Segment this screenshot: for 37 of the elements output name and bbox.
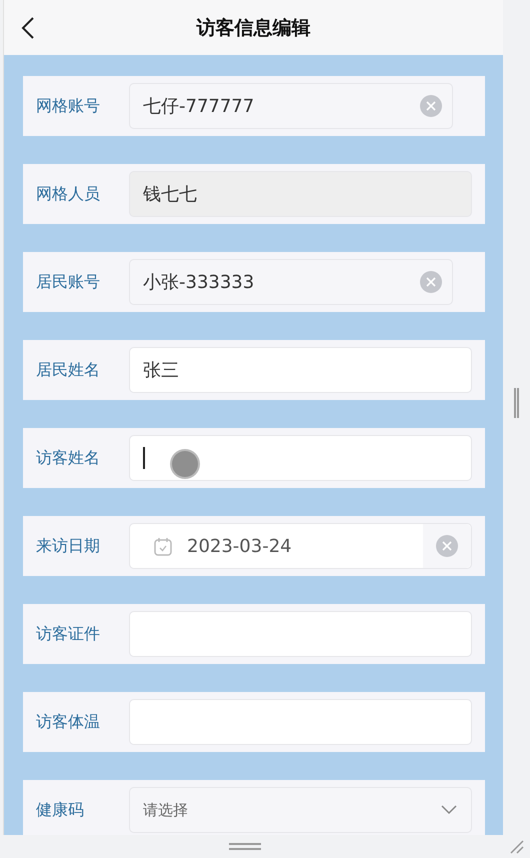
field-label: 居民姓名 [36, 360, 101, 380]
field-label: 网格人员 [36, 184, 101, 204]
field-value: 张三 [143, 359, 180, 382]
input-field[interactable]: 钱七七 [129, 171, 472, 217]
field-label: 来访日期 [36, 536, 101, 556]
field-label: 居民账号 [36, 272, 101, 292]
field-value: 小张-333333 [143, 271, 256, 294]
field-placeholder: 请选择 [143, 800, 189, 820]
field-label: 访客姓名 [36, 448, 101, 468]
calendar-icon [153, 536, 173, 556]
clear-icon[interactable] [420, 95, 442, 117]
clear-icon[interactable] [436, 535, 458, 557]
page-title: 访客信息编辑 [196, 16, 310, 40]
back-icon[interactable] [21, 17, 35, 39]
chevron-down-icon [441, 805, 457, 815]
resize-grip-icon[interactable] [510, 840, 524, 854]
field-value: 钱七七 [143, 183, 198, 206]
field-label: 网格账号 [36, 96, 101, 116]
input-field[interactable]: 七仔-777777 [129, 83, 453, 129]
input-field[interactable]: 张三 [129, 347, 472, 393]
field-label: 访客体温 [36, 712, 101, 732]
drag-handle[interactable] [229, 843, 261, 850]
input-field[interactable]: 小张-333333 [129, 259, 453, 305]
field-value: 七仔-777777 [143, 95, 256, 118]
touch-pointer-icon [172, 451, 198, 477]
select-field[interactable]: 请选择 [129, 787, 472, 833]
splitter-handle[interactable] [514, 388, 519, 418]
date-field[interactable]: 2023-03-24 [129, 523, 472, 569]
input-field[interactable] [129, 611, 472, 657]
field-value: 2023-03-24 [187, 536, 293, 556]
field-label: 健康码 [36, 800, 85, 820]
field-label: 访客证件 [36, 624, 101, 644]
text-cursor [143, 447, 144, 469]
input-field[interactable] [129, 435, 472, 481]
clear-icon[interactable] [420, 271, 442, 293]
input-field[interactable] [129, 699, 472, 745]
clear-button[interactable] [423, 524, 471, 568]
